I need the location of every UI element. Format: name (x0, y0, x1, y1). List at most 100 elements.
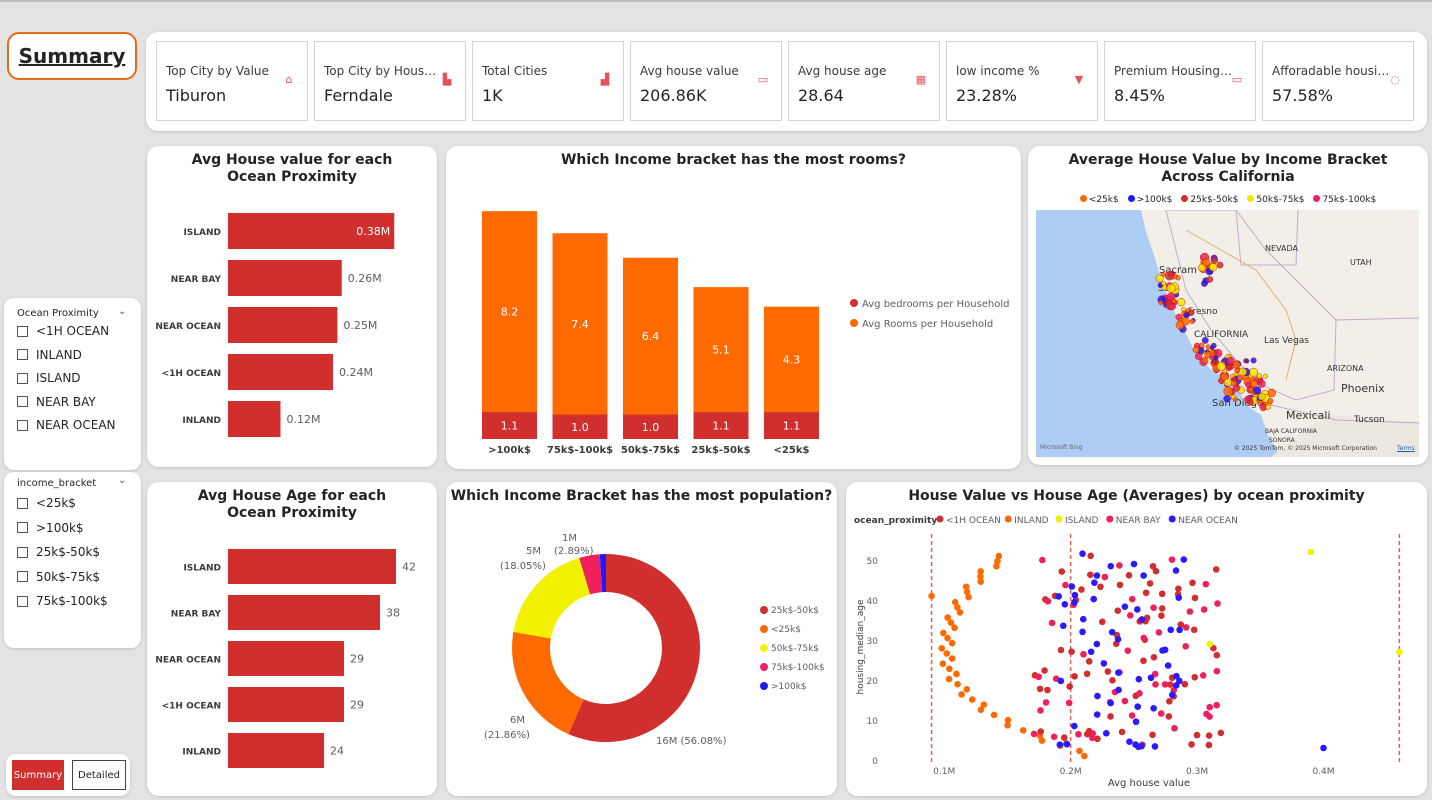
scatter-point[interactable] (1205, 741, 1213, 749)
scatter-point[interactable] (1128, 595, 1136, 603)
bar[interactable] (228, 687, 344, 722)
scatter-point[interactable] (1035, 673, 1043, 681)
scatter-point[interactable] (1189, 579, 1196, 587)
scatter-point[interactable] (1135, 675, 1143, 683)
checkbox[interactable] (17, 372, 28, 384)
checkbox[interactable] (17, 522, 28, 533)
map-point[interactable] (1231, 376, 1237, 382)
slicer-option[interactable]: 25k$-50k$ (17, 545, 100, 559)
scatter-point[interactable] (1115, 686, 1122, 694)
scatter-point[interactable] (1036, 685, 1044, 693)
scatter-point[interactable] (1116, 562, 1123, 569)
scatter-point[interactable] (1158, 605, 1166, 612)
checkbox[interactable] (17, 546, 28, 558)
scatter-point[interactable] (1199, 672, 1207, 679)
scatter-point[interactable] (1101, 573, 1109, 581)
map-point[interactable] (1206, 276, 1214, 283)
bar[interactable] (228, 733, 324, 768)
scatter-point[interactable] (1191, 673, 1199, 681)
scatter-point[interactable] (1056, 741, 1064, 748)
slicer-option[interactable]: NEAR OCEAN (17, 418, 116, 432)
scatter-point[interactable] (1166, 698, 1173, 705)
scatter-point[interactable] (1182, 624, 1190, 631)
scatter-point[interactable] (1147, 674, 1155, 682)
map-point[interactable] (1168, 302, 1176, 311)
map-point[interactable] (1263, 373, 1269, 379)
map-point[interactable] (1232, 360, 1241, 369)
scatter-point[interactable] (1085, 658, 1093, 665)
scatter-point[interactable] (1068, 648, 1075, 655)
scatter-point[interactable] (1041, 667, 1048, 674)
scatter-point[interactable] (1063, 740, 1071, 748)
scatter-point[interactable] (1121, 697, 1129, 705)
scatter-point[interactable] (1057, 677, 1065, 685)
scatter-point[interactable] (1126, 738, 1133, 745)
scatter-point[interactable] (1134, 606, 1141, 613)
scatter-point[interactable] (1089, 734, 1096, 742)
scatter-point[interactable] (1087, 552, 1094, 560)
scatter-point[interactable] (1090, 595, 1098, 603)
scatter-point[interactable] (1140, 572, 1147, 579)
map-point[interactable] (1166, 283, 1176, 293)
scatter-point[interactable] (1075, 730, 1082, 738)
scatter-point[interactable] (1176, 677, 1183, 685)
scatter-point[interactable] (1134, 703, 1142, 710)
checkbox[interactable] (17, 595, 28, 607)
scatter-point[interactable] (1093, 640, 1101, 648)
scatter-point[interactable] (1161, 681, 1169, 688)
map-point[interactable] (1158, 300, 1164, 306)
map-point[interactable] (1216, 361, 1226, 371)
scatter-point[interactable] (1107, 713, 1114, 720)
map-point[interactable] (1226, 364, 1232, 370)
map-point[interactable] (1223, 386, 1233, 396)
scatter-point[interactable] (1191, 594, 1199, 602)
summary-nav-button[interactable]: Summary (12, 760, 64, 790)
scatter-point[interactable] (1138, 742, 1145, 750)
scatter-point[interactable] (1182, 643, 1190, 650)
map-point[interactable] (1234, 367, 1240, 374)
scatter-point[interactable] (1202, 580, 1210, 588)
scatter-point[interactable] (1175, 585, 1182, 593)
scatter-point[interactable] (1071, 598, 1078, 606)
scatter-point[interactable] (1044, 686, 1051, 694)
scatter-point[interactable] (1180, 556, 1188, 563)
map-point[interactable] (1166, 292, 1176, 301)
scatter-point[interactable] (1097, 583, 1104, 591)
scatter-point[interactable] (1213, 667, 1221, 675)
scatter-point[interactable] (1151, 743, 1159, 750)
scatter-point[interactable] (958, 691, 965, 698)
scatter-point[interactable] (1093, 572, 1101, 579)
scatter-point[interactable] (1121, 603, 1129, 610)
scatter-point[interactable] (968, 696, 976, 703)
scatter-point[interactable] (1079, 550, 1086, 558)
scatter-point[interactable] (1061, 601, 1069, 608)
scatter-point[interactable] (1060, 734, 1068, 741)
scatter-point[interactable] (948, 655, 956, 662)
california-map[interactable]: NEVADAUTAHSacramSanFresnoCALIFORNIALas V… (1036, 210, 1419, 457)
scatter-point[interactable] (1168, 556, 1176, 563)
scatter-point[interactable] (954, 680, 961, 688)
checkbox[interactable] (17, 349, 28, 360)
scatter-point[interactable] (1320, 744, 1327, 752)
scatter-point[interactable] (965, 593, 972, 601)
scatter-point[interactable] (1080, 650, 1087, 658)
map-point[interactable] (1252, 386, 1262, 395)
scatter-point[interactable] (1140, 634, 1148, 642)
scatter-point[interactable] (1057, 646, 1065, 654)
scatter-point[interactable] (1152, 681, 1159, 688)
map-point[interactable] (1213, 355, 1219, 361)
scatter-point[interactable] (1396, 648, 1403, 656)
scatter-point[interactable] (1155, 629, 1163, 636)
scatter-point[interactable] (1100, 660, 1108, 667)
map-point[interactable] (1183, 311, 1190, 319)
scatter-point[interactable] (1065, 699, 1073, 707)
scatter-point[interactable] (977, 578, 984, 585)
scatter-point[interactable] (1071, 673, 1078, 680)
bar[interactable] (228, 595, 380, 630)
checkbox[interactable] (17, 571, 28, 582)
map-point[interactable] (1236, 374, 1244, 381)
bar[interactable] (228, 401, 281, 437)
scatter-point[interactable] (1168, 691, 1176, 699)
scatter-point[interactable] (1019, 727, 1027, 734)
scatter-point[interactable] (944, 634, 951, 642)
